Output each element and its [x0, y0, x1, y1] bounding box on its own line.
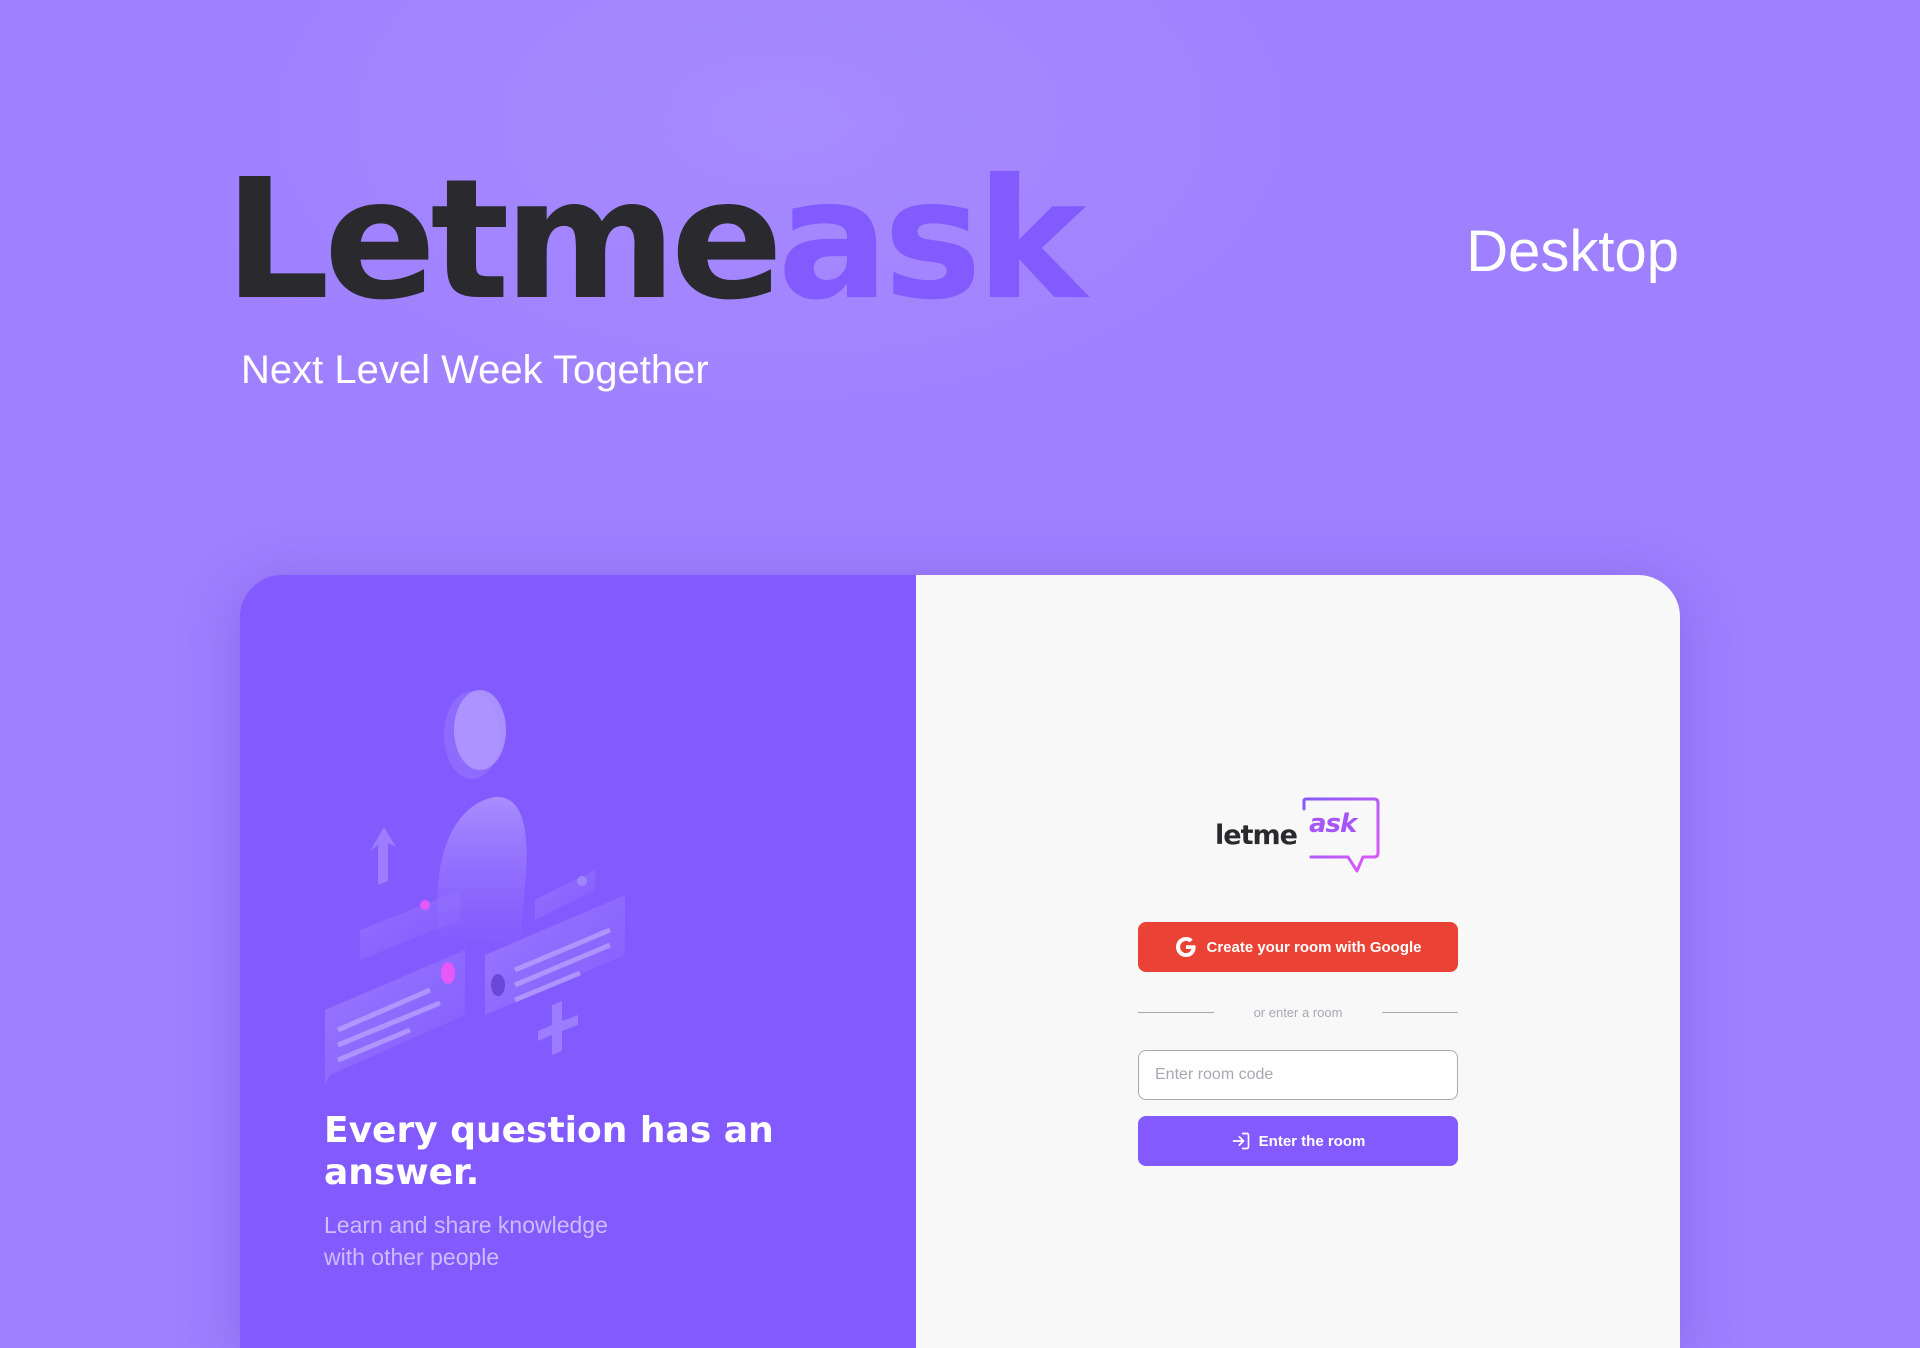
brand-title-letme: Letme: [224, 144, 783, 337]
room-code-input[interactable]: [1138, 1050, 1458, 1100]
separator-line-left: [1138, 1012, 1214, 1013]
aside-subtitle: Learn and share knowledge with other peo…: [324, 1212, 608, 1270]
aside-panel: Every question has an answer. Learn and …: [240, 575, 916, 1348]
enter-room-button[interactable]: Enter the room: [1138, 1116, 1458, 1166]
app-frame: Every question has an answer. Learn and …: [240, 575, 1680, 1348]
brand-title-ask: ask: [777, 144, 1086, 337]
log-in-icon: [1232, 1132, 1249, 1150]
create-room-google-label: Create your room with Google: [1206, 938, 1422, 956]
letmeask-logo: letme ask: [1215, 797, 1381, 877]
logo-letme-text: letme: [1215, 820, 1298, 851]
logo-ask-bubble: ask: [1301, 797, 1381, 877]
auth-form: letme ask Create your room with Google o…: [1138, 797, 1458, 1166]
aside-heading: Every question has an answer.: [324, 1110, 774, 1193]
separator-text: or enter a room: [1253, 1005, 1343, 1020]
separator-line-right: [1382, 1012, 1458, 1013]
enter-room-label: Enter the room: [1258, 1132, 1366, 1150]
logo-ask-text: ask: [1308, 809, 1357, 839]
google-icon: [1176, 937, 1197, 957]
tagline: Next Level Week Together: [241, 348, 709, 392]
question-and-answer-illustration: [325, 690, 625, 1085]
brand-title: Letmeask: [224, 158, 1087, 324]
create-room-google-button[interactable]: Create your room with Google: [1138, 922, 1458, 972]
separator: or enter a room: [1138, 1005, 1458, 1020]
main-panel: letme ask Create your room with Google o…: [916, 575, 1680, 1348]
platform-label: Desktop: [1466, 219, 1679, 284]
